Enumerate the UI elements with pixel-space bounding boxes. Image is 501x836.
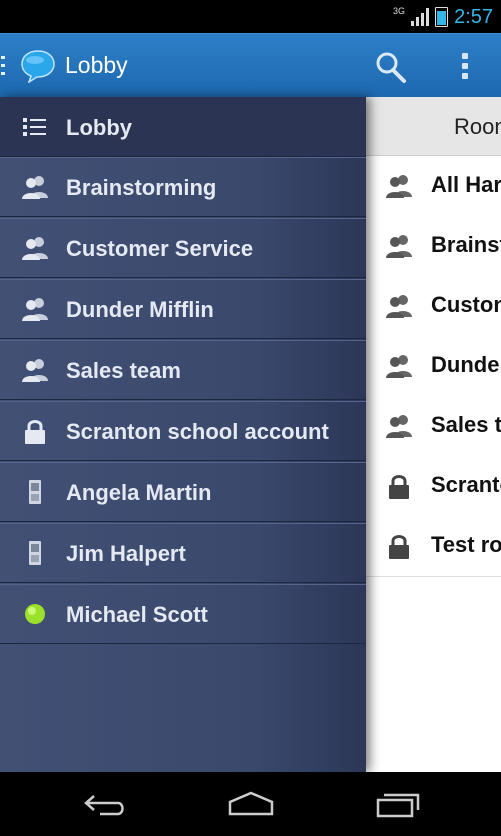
- room-row[interactable]: Dunder: [366, 336, 501, 397]
- room-row[interactable]: Scranto: [366, 456, 501, 517]
- drawer-item-label: Sales team: [66, 358, 181, 383]
- chat-bubble-logo-icon[interactable]: [20, 49, 56, 83]
- drawer-item-jim-halpert[interactable]: Jim Halpert: [0, 523, 366, 583]
- mobile-phone-icon: [29, 541, 41, 565]
- back-icon[interactable]: [80, 788, 130, 820]
- drawer-item-sales-team[interactable]: Sales team: [0, 340, 366, 400]
- lock-icon: [389, 475, 409, 499]
- action-bar: Lobby: [0, 33, 501, 98]
- drawer-item-label: Dunder Mifflin: [66, 297, 214, 322]
- search-icon[interactable]: [372, 49, 410, 85]
- drawer-item-label: Scranton school account: [66, 419, 329, 444]
- group-icon: [22, 359, 48, 382]
- list-icon: [23, 118, 46, 136]
- navigation-drawer: Lobby Brainstorming Customer Service Dun…: [0, 97, 366, 772]
- drawer-item-scranton-school-account[interactable]: Scranton school account: [0, 401, 366, 461]
- room-label: Scranto: [431, 472, 501, 497]
- drawer-item-lobby[interactable]: Lobby: [0, 97, 366, 157]
- online-status-icon: [25, 604, 45, 624]
- system-navigation-bar: [0, 772, 501, 836]
- battery-icon: [435, 7, 449, 27]
- drawer-item-label: Michael Scott: [66, 602, 208, 627]
- drawer-item-label: Angela Martin: [66, 480, 212, 505]
- page-title: Lobby: [65, 52, 128, 78]
- group-icon: [386, 235, 412, 258]
- room-row[interactable]: Test ro: [366, 516, 501, 577]
- room-row[interactable]: Brainst: [366, 216, 501, 277]
- group-icon: [386, 175, 412, 198]
- room-label: Test ro: [431, 532, 501, 557]
- signal-icon: [411, 8, 430, 26]
- drawer-item-label: Customer Service: [66, 236, 254, 261]
- drawer-item-label: Brainstorming: [66, 175, 217, 200]
- network-type: 3G: [393, 6, 406, 16]
- drawer-item-label: Lobby: [66, 115, 132, 140]
- lock-icon: [389, 535, 409, 559]
- room-label: All Har: [431, 172, 501, 197]
- clock: 2:57: [454, 5, 493, 28]
- group-icon: [386, 415, 412, 438]
- drawer-item-brainstorming[interactable]: Brainstorming: [0, 157, 366, 217]
- room-label: Custon: [431, 292, 501, 317]
- drawer-item-angela-martin[interactable]: Angela Martin: [0, 462, 366, 522]
- room-row[interactable]: Custon: [366, 276, 501, 337]
- group-icon: [22, 298, 48, 321]
- home-icon[interactable]: [226, 788, 276, 820]
- recent-apps-icon[interactable]: [372, 788, 422, 820]
- room-row[interactable]: Sales t: [366, 396, 501, 457]
- room-label: Dunder: [431, 352, 501, 377]
- rooms-header: Roon: [366, 97, 501, 156]
- group-icon: [22, 176, 48, 199]
- status-bar: 3G 2:57: [0, 0, 501, 33]
- drawer-item-customer-service[interactable]: Customer Service: [0, 218, 366, 278]
- drawer-item-label: Jim Halpert: [66, 541, 186, 566]
- room-label: Brainst: [431, 232, 501, 257]
- group-icon: [386, 355, 412, 378]
- drawer-item-dunder-mifflin[interactable]: Dunder Mifflin: [0, 279, 366, 339]
- group-icon: [22, 237, 48, 260]
- lock-icon: [25, 420, 45, 444]
- mobile-phone-icon: [29, 480, 41, 504]
- drawer-indicator-icon[interactable]: [1, 56, 5, 76]
- rooms-header-label: Roon: [454, 114, 501, 139]
- room-label: Sales t: [431, 412, 501, 437]
- overflow-menu-icon[interactable]: [455, 49, 475, 85]
- group-icon: [386, 295, 412, 318]
- drawer-item-michael-scott[interactable]: Michael Scott: [0, 584, 366, 644]
- room-row[interactable]: All Har: [366, 156, 501, 217]
